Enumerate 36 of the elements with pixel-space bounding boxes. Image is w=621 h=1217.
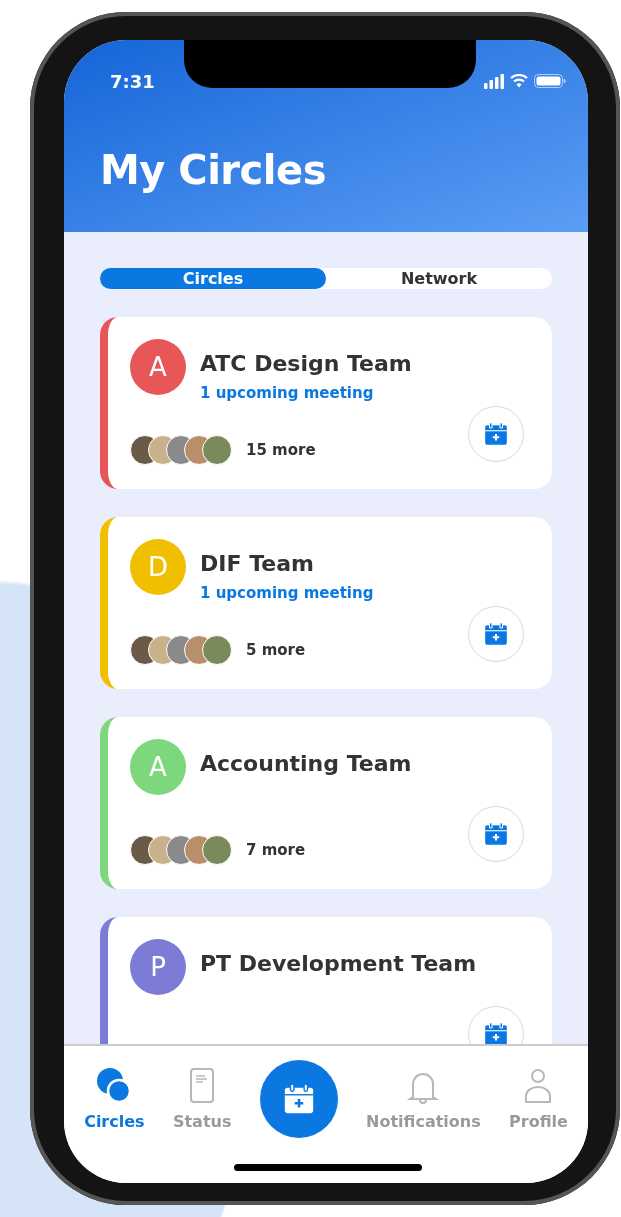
circle-avatar: P <box>130 939 186 995</box>
circle-card[interactable]: P PT Development Team <box>100 917 552 1044</box>
member-count: 7 more <box>246 841 306 859</box>
circle-card[interactable]: A Accounting Team 7 more <box>100 717 552 889</box>
member-photo-placeholder <box>202 435 232 465</box>
circle-name: ATC Design Team <box>200 351 413 376</box>
circle-name: Accounting Team <box>200 751 413 776</box>
circle-avatar: D <box>130 539 186 595</box>
circle-name: DIF Team <box>200 551 315 576</box>
calendar-add-icon <box>483 421 509 447</box>
segment-tab[interactable]: Circles <box>100 268 326 289</box>
segment-tab[interactable]: Network <box>326 268 552 289</box>
status-time: 7:31 <box>110 70 155 92</box>
circle-avatar: A <box>130 739 186 795</box>
nav-item[interactable]: Profile <box>509 1060 568 1131</box>
nav-item[interactable]: Status <box>172 1060 232 1131</box>
schedule-button[interactable] <box>468 806 524 862</box>
nav-item[interactable]: Notifications <box>366 1060 481 1131</box>
circle-card[interactable]: A ATC Design Team 1 upcoming meeting 15 more <box>100 317 552 489</box>
signal-icon <box>484 73 504 89</box>
member-photo-placeholder <box>202 635 232 665</box>
circle-avatar: A <box>130 339 186 395</box>
member-count: 5 more <box>246 641 306 659</box>
member-photo-placeholder <box>202 835 232 865</box>
member-count: 15 more <box>246 441 316 459</box>
circle-name: PT Development Team <box>200 951 477 976</box>
meeting-link[interactable]: 1 upcoming meeting <box>200 584 454 602</box>
schedule-button[interactable] <box>468 406 524 462</box>
schedule-button[interactable] <box>468 606 524 662</box>
calendar-add-icon <box>483 821 509 847</box>
calendar-add-icon <box>483 621 509 647</box>
nav-item[interactable]: Circles <box>84 1060 145 1131</box>
wifi-icon <box>510 74 528 88</box>
circle-card[interactable]: D DIF Team 1 upcoming meeting 5 more <box>100 517 552 689</box>
meeting-link[interactable]: 1 upcoming meeting <box>200 384 454 402</box>
battery-icon <box>534 74 566 88</box>
